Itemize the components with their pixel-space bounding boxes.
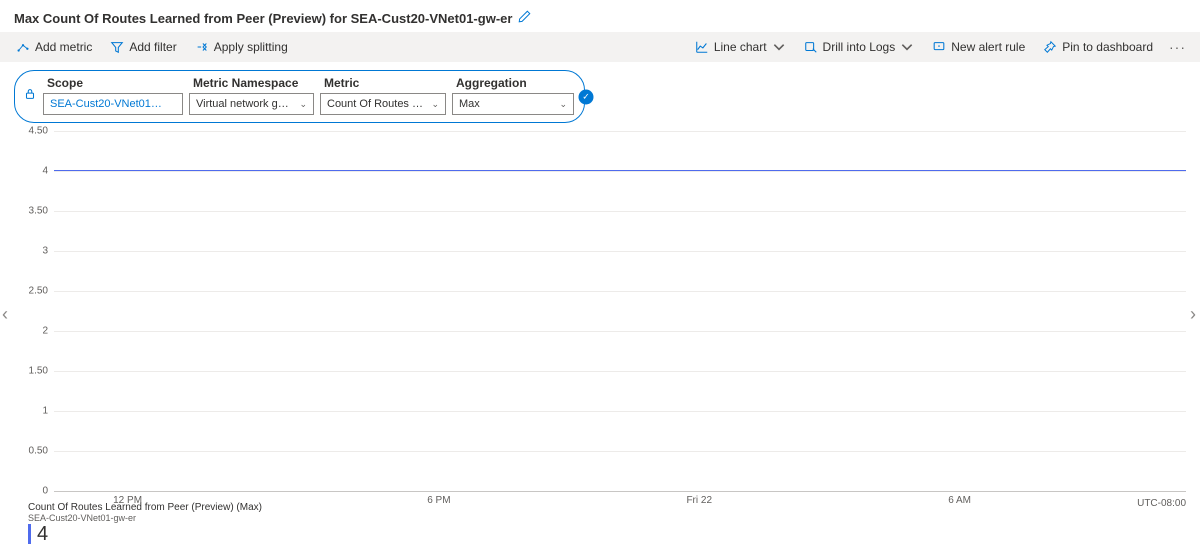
gridline (54, 411, 1186, 412)
chevron-down-icon: ⌄ (431, 99, 439, 110)
gridline (54, 211, 1186, 212)
chart-grid (54, 131, 1186, 491)
gridline (54, 291, 1186, 292)
y-tick-label: 1 (42, 406, 48, 417)
y-tick-label: 3 (42, 246, 48, 257)
y-tick-label: 0 (42, 486, 48, 497)
drill-icon (804, 40, 818, 54)
alert-icon (932, 40, 946, 54)
gridline (54, 251, 1186, 252)
split-icon (195, 40, 209, 54)
page-header: Max Count Of Routes Learned from Peer (P… (0, 0, 1200, 32)
filter-icon (110, 40, 124, 54)
prev-chart-button[interactable]: ‹ (0, 300, 12, 329)
legend-value: 4 (28, 524, 262, 544)
chart-legend: Count Of Routes Learned from Peer (Previ… (28, 502, 262, 544)
gridline (54, 131, 1186, 132)
confirm-icon[interactable]: ✓ (579, 89, 594, 104)
legend-series-name: Count Of Routes Learned from Peer (Previ… (28, 502, 262, 513)
chevron-down-icon (772, 40, 786, 54)
scope-label: Scope (43, 76, 183, 90)
y-tick-label: 4.50 (29, 126, 48, 137)
y-axis: 4.5043.5032.5021.5010.500 (14, 131, 50, 491)
pin-icon (1043, 40, 1057, 54)
gridline (54, 451, 1186, 452)
aggregation-selector[interactable]: Max⌄ (452, 93, 574, 115)
scope-selector[interactable]: SEA-Cust20-VNet01-gw-er (43, 93, 183, 115)
x-tick-label: Fri 22 (686, 495, 712, 506)
next-chart-button[interactable]: › (1186, 300, 1200, 329)
y-tick-label: 0.50 (29, 445, 48, 456)
chart-type-button[interactable]: Line chart (687, 36, 794, 58)
y-tick-label: 2 (42, 326, 48, 337)
gridline (54, 371, 1186, 372)
x-tick-label: 6 PM (427, 495, 450, 506)
drill-logs-button[interactable]: Drill into Logs (796, 36, 923, 58)
legend-resource-name: SEA-Cust20-VNet01-gw-er (28, 513, 262, 523)
chevron-down-icon: ⌄ (559, 99, 567, 110)
y-tick-label: 4 (42, 165, 48, 176)
metric-selector[interactable]: Count Of Routes Learne...⌄ (320, 93, 446, 115)
y-tick-label: 1.50 (29, 366, 48, 377)
gridline (54, 171, 1186, 172)
pin-button[interactable]: Pin to dashboard (1035, 36, 1161, 58)
scope-lock-icon (23, 87, 37, 104)
chart-area: 4.5043.5032.5021.5010.500 12 PM6 PMFri 2… (14, 131, 1186, 509)
add-metric-button[interactable]: Add metric (8, 36, 100, 58)
metric-label: Metric (320, 76, 446, 90)
add-metric-icon (16, 40, 30, 54)
y-tick-label: 3.50 (29, 205, 48, 216)
metric-selector-pill: Scope SEA-Cust20-VNet01-gw-er Metric Nam… (14, 70, 585, 123)
chevron-down-icon (900, 40, 914, 54)
more-button[interactable]: ··· (1163, 39, 1192, 55)
timezone-label: UTC-08:00 (1137, 498, 1186, 509)
namespace-label: Metric Namespace (189, 76, 314, 90)
namespace-selector[interactable]: Virtual network gatewa...⌄ (189, 93, 314, 115)
edit-icon[interactable] (518, 10, 531, 26)
add-filter-button[interactable]: Add filter (102, 36, 184, 58)
gridline (54, 491, 1186, 492)
apply-splitting-button[interactable]: Apply splitting (187, 36, 296, 58)
line-chart-icon (695, 40, 709, 54)
gridline (54, 331, 1186, 332)
y-tick-label: 2.50 (29, 285, 48, 296)
page-title: Max Count Of Routes Learned from Peer (P… (14, 11, 512, 26)
new-alert-button[interactable]: New alert rule (924, 36, 1033, 58)
toolbar: Add metric Add filter Apply splitting Li… (0, 32, 1200, 62)
chevron-down-icon: ⌄ (299, 99, 307, 110)
x-tick-label: 6 AM (948, 495, 971, 506)
aggregation-label: Aggregation (452, 76, 574, 90)
